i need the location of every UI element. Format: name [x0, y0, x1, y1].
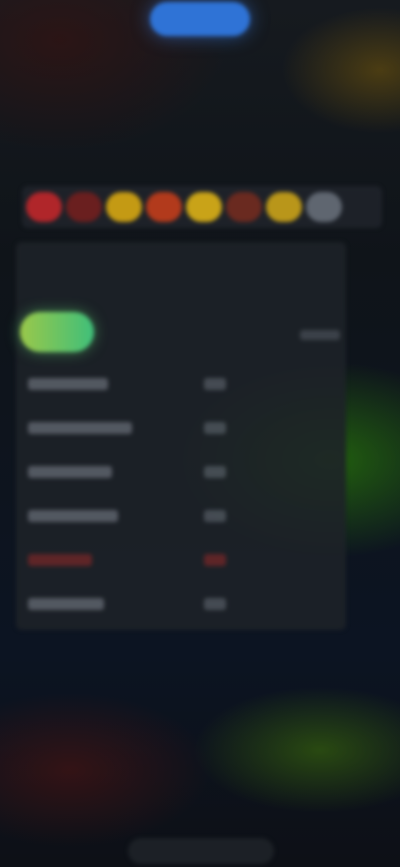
filter-chip[interactable] — [306, 192, 342, 222]
top-action-button[interactable] — [150, 2, 250, 36]
status-badge[interactable] — [20, 312, 94, 352]
stats-list — [22, 362, 232, 626]
list-item-label — [28, 598, 104, 610]
filter-chip[interactable] — [146, 192, 182, 222]
panel-description — [26, 254, 336, 320]
list-item-value — [204, 466, 226, 478]
list-item[interactable] — [22, 406, 232, 450]
panel-meta-text — [300, 330, 340, 340]
panel-text-line — [26, 276, 336, 298]
list-item-value — [204, 378, 226, 390]
list-item-label — [28, 422, 132, 434]
panel-text-line — [26, 254, 336, 276]
filter-chip[interactable] — [266, 192, 302, 222]
filter-chip[interactable] — [226, 192, 262, 222]
list-item-value — [204, 598, 226, 610]
filter-chip[interactable] — [26, 192, 62, 222]
home-indicator[interactable] — [128, 838, 274, 864]
list-item[interactable] — [22, 494, 232, 538]
filter-chip-bar — [22, 186, 382, 228]
list-item[interactable] — [22, 582, 232, 626]
filter-chip[interactable] — [106, 192, 142, 222]
filter-chip[interactable] — [66, 192, 102, 222]
list-item-label — [28, 510, 118, 522]
list-item[interactable] — [22, 362, 232, 406]
list-item-value — [204, 422, 226, 434]
list-item-label — [28, 466, 112, 478]
list-item-label — [28, 554, 92, 566]
list-item-label — [28, 378, 108, 390]
list-item-warning[interactable] — [22, 538, 232, 582]
list-item-value — [204, 554, 226, 566]
list-item-value — [204, 510, 226, 522]
filter-chip[interactable] — [186, 192, 222, 222]
list-item[interactable] — [22, 450, 232, 494]
